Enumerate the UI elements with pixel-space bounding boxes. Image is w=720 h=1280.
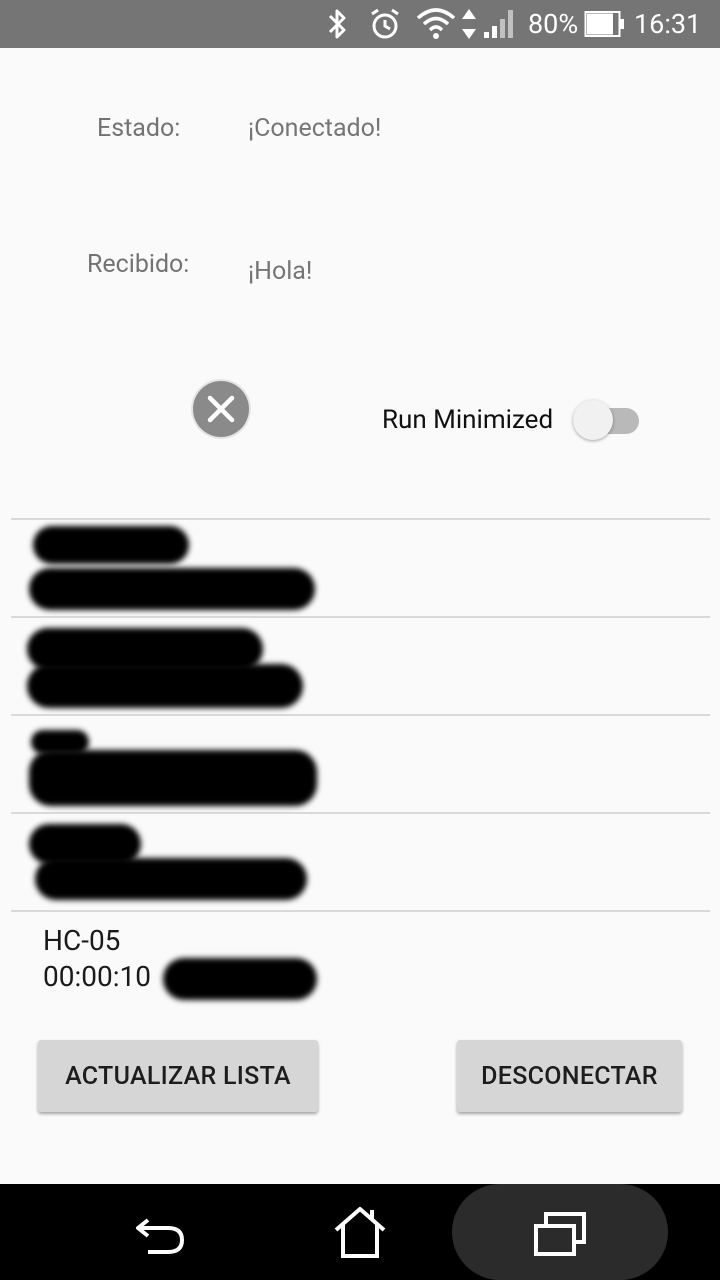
redaction — [27, 664, 303, 708]
close-icon — [207, 395, 235, 423]
alarm-icon — [371, 8, 399, 39]
refresh-list-button[interactable]: ACTUALIZAR LISTA — [38, 1040, 318, 1112]
data-arrows-icon — [462, 9, 476, 39]
back-icon[interactable] — [134, 1208, 188, 1256]
close-button[interactable] — [193, 381, 249, 437]
navigation-bar — [0, 1184, 720, 1280]
recents-icon[interactable] — [532, 1210, 588, 1258]
recibido-label: Recibido: — [87, 250, 190, 279]
battery-icon — [584, 11, 624, 37]
list-item[interactable]: HC-05 00:00:10 — [11, 912, 710, 1008]
list-item[interactable] — [11, 520, 710, 616]
redaction — [33, 526, 189, 564]
list-item[interactable] — [11, 618, 710, 714]
list-item[interactable] — [11, 814, 710, 910]
battery-percent: 80% — [528, 8, 579, 40]
disconnect-button[interactable]: DESCONECTAR — [457, 1040, 682, 1112]
status-bar: 80% 16:31 — [0, 0, 720, 48]
redaction — [29, 750, 317, 806]
redaction — [29, 568, 315, 610]
signal-icon — [484, 10, 513, 38]
redaction — [163, 958, 317, 1000]
estado-label: Estado: — [97, 114, 181, 143]
wifi-icon — [416, 8, 456, 39]
run-minimized-switch[interactable] — [573, 398, 641, 444]
device-address: 00:00:10 — [43, 960, 151, 993]
run-minimized-label: Run Minimized — [382, 405, 554, 435]
bluetooth-icon — [328, 9, 346, 39]
clock: 16:31 — [634, 8, 702, 40]
home-icon[interactable] — [332, 1206, 388, 1260]
recibido-value: ¡Hola! — [248, 257, 313, 286]
estado-value: ¡Conectado! — [248, 114, 382, 143]
switch-thumb — [573, 400, 613, 440]
redaction — [35, 858, 307, 900]
list-item[interactable] — [11, 716, 710, 812]
device-list: HC-05 00:00:10 — [11, 518, 710, 1008]
device-name: HC-05 — [43, 924, 121, 957]
